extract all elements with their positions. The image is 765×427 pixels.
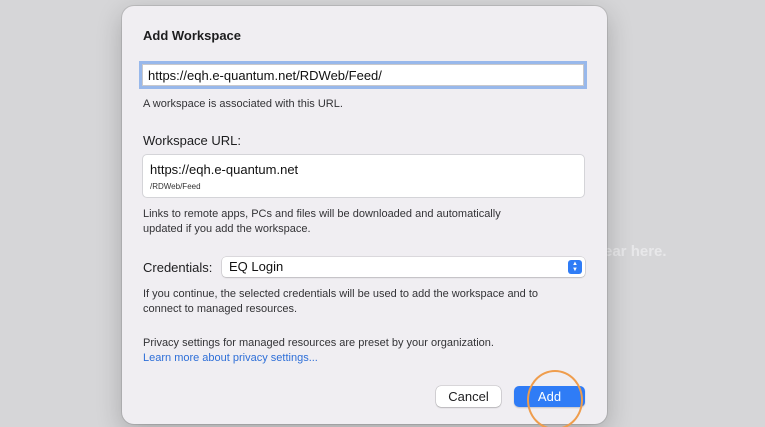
url-hint-text: A workspace is associated with this URL. [143,98,343,110]
privacy-settings-link[interactable]: Learn more about privacy settings... [143,352,318,364]
credentials-select[interactable]: EQ Login ▲ ▼ [222,257,585,277]
click-highlight-ring [527,370,583,427]
credentials-label: Credentials: [143,260,213,275]
workspace-url-display: https://eqh.e-quantum.net /RDWeb/Feed [142,154,585,198]
workspace-url-path: /RDWeb/Feed [150,182,201,191]
dialog-title: Add Workspace [143,28,242,43]
privacy-text: Privacy settings for managed resources a… [143,337,494,349]
credentials-select-value: EQ Login [229,259,284,274]
credentials-hint-line-2: connect to managed resources. [143,303,298,315]
chevron-up-down-icon: ▲ ▼ [568,260,582,274]
credentials-hint-line-1: If you continue, the selected credential… [143,288,539,300]
workspace-url-label: Workspace URL: [143,133,242,148]
download-hint-line-1: Links to remote apps, PCs and files will… [143,208,501,220]
workspace-url-input[interactable] [142,64,584,86]
background-hint-text: ear here. [604,243,667,260]
download-hint-text: Links to remote apps, PCs and files will… [143,207,501,237]
credentials-hint-text: If you continue, the selected credential… [143,287,538,317]
download-hint-line-2: updated if you add the workspace. [143,223,311,235]
workspace-url-host: https://eqh.e-quantum.net [150,162,299,177]
add-workspace-dialog: Add Workspace A workspace is associated … [122,6,607,424]
cancel-button[interactable]: Cancel [436,386,501,407]
